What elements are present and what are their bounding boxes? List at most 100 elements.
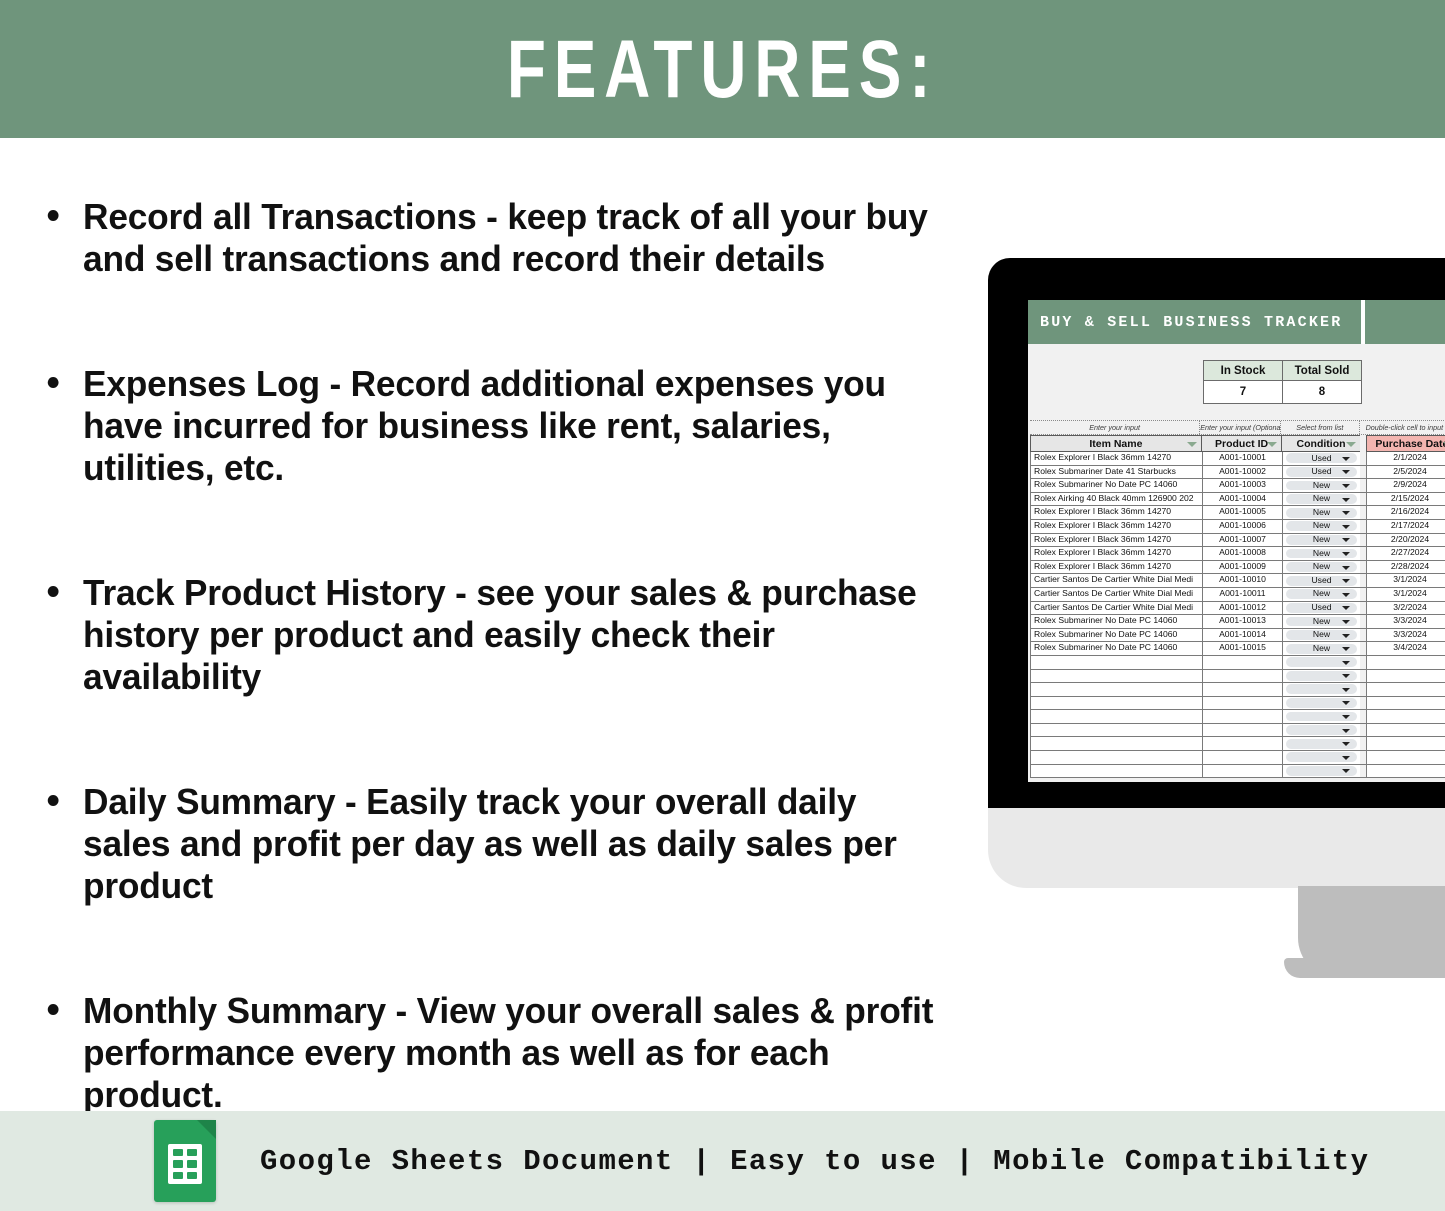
cell-product-id[interactable] (1202, 723, 1282, 738)
filter-icon[interactable] (1345, 441, 1356, 447)
cell-purchase-date[interactable]: 2/16/2024 (1366, 506, 1445, 520)
cell-purchase-date[interactable]: 3/1/2024 (1366, 587, 1445, 602)
condition-dropdown[interactable] (1286, 711, 1357, 722)
cell-purchase-date[interactable]: 2/17/2024 (1366, 519, 1445, 534)
cell-product-id[interactable] (1202, 764, 1282, 779)
table-row[interactable]: Cartier Santos De Cartier White Dial Med… (1030, 587, 1445, 602)
chevron-down-icon[interactable] (1342, 565, 1350, 570)
column-header-item-name[interactable]: Item Name (1030, 435, 1201, 452)
table-row[interactable]: Rolex Explorer I Black 36mm 14270 A001-10… (1030, 506, 1445, 520)
condition-dropdown[interactable]: New (1286, 493, 1357, 504)
cell-product-id[interactable]: A001-10007 (1202, 533, 1282, 548)
condition-dropdown[interactable]: New (1286, 616, 1357, 627)
cell-item-name[interactable] (1030, 723, 1202, 738)
cell-purchase-date[interactable]: 2/1/2024 (1366, 452, 1445, 466)
cell-condition[interactable] (1282, 669, 1360, 684)
chevron-down-icon[interactable] (1342, 687, 1350, 692)
cell-condition[interactable]: New (1282, 533, 1360, 548)
cell-purchase-date[interactable]: 2/9/2024 (1366, 479, 1445, 493)
cell-product-id[interactable]: A001-10001 (1202, 452, 1282, 466)
cell-item-name[interactable]: Rolex Explorer I Black 36mm 14270 (1030, 533, 1202, 548)
cell-purchase-date[interactable]: 2/27/2024 (1366, 547, 1445, 561)
cell-item-name[interactable] (1030, 655, 1202, 670)
cell-product-id[interactable] (1202, 751, 1282, 765)
cell-item-name[interactable] (1030, 751, 1202, 765)
chevron-down-icon[interactable] (1342, 633, 1350, 638)
chevron-down-icon[interactable] (1342, 470, 1350, 475)
cell-purchase-date[interactable]: 2/15/2024 (1366, 492, 1445, 507)
cell-product-id[interactable] (1202, 669, 1282, 684)
condition-dropdown[interactable] (1286, 738, 1357, 749)
chevron-down-icon[interactable] (1342, 647, 1350, 652)
chevron-down-icon[interactable] (1342, 660, 1350, 665)
table-row[interactable]: Rolex Explorer I Black 36mm 14270 A001-10… (1030, 519, 1445, 534)
table-row[interactable] (1030, 683, 1445, 697)
cell-item-name[interactable] (1030, 764, 1202, 779)
cell-purchase-date[interactable]: 2/5/2024 (1366, 465, 1445, 480)
condition-dropdown[interactable]: New (1286, 534, 1357, 545)
table-row[interactable] (1030, 710, 1445, 724)
column-header-purchase-date[interactable]: Purchase Date (1365, 435, 1445, 452)
cell-product-id[interactable] (1202, 737, 1282, 752)
cell-condition[interactable]: New (1282, 492, 1360, 507)
table-row[interactable]: Rolex Submariner No Date PC 14060 A001-10… (1030, 615, 1445, 629)
condition-dropdown[interactable] (1286, 670, 1357, 681)
condition-dropdown[interactable]: New (1286, 588, 1357, 600)
cell-product-id[interactable]: A001-10008 (1202, 547, 1282, 561)
cell-product-id[interactable]: A001-10009 (1202, 560, 1282, 575)
filter-icon[interactable] (1186, 441, 1197, 447)
cell-condition[interactable]: New (1282, 560, 1360, 575)
cell-product-id[interactable]: A001-10002 (1202, 465, 1282, 480)
cell-product-id[interactable] (1202, 696, 1282, 711)
cell-item-name[interactable] (1030, 683, 1202, 697)
cell-item-name[interactable]: Cartier Santos De Cartier White Dial Med… (1030, 601, 1202, 616)
cell-purchase-date[interactable]: 3/3/2024 (1366, 628, 1445, 643)
table-row[interactable] (1030, 723, 1445, 738)
chevron-down-icon[interactable] (1342, 755, 1350, 760)
chevron-down-icon[interactable] (1342, 742, 1350, 747)
condition-dropdown[interactable]: New (1286, 561, 1357, 572)
cell-purchase-date[interactable] (1366, 737, 1445, 752)
table-row[interactable]: Cartier Santos De Cartier White Dial Med… (1030, 574, 1445, 588)
cell-product-id[interactable]: A001-10013 (1202, 615, 1282, 629)
cell-item-name[interactable] (1030, 696, 1202, 711)
cell-condition[interactable]: New (1282, 587, 1360, 602)
condition-dropdown[interactable] (1286, 725, 1357, 736)
cell-purchase-date[interactable]: 3/3/2024 (1366, 615, 1445, 629)
table-row[interactable]: Rolex Explorer I Black 36mm 14270 A001-10… (1030, 560, 1445, 575)
cell-product-id[interactable]: A001-10010 (1202, 574, 1282, 588)
chevron-down-icon[interactable] (1342, 579, 1350, 584)
cell-condition[interactable]: Used (1282, 452, 1360, 466)
chevron-down-icon[interactable] (1342, 715, 1350, 720)
table-row[interactable]: Rolex Airking 40 Black 40mm 126900 202 A0… (1030, 492, 1445, 507)
condition-dropdown[interactable]: New (1286, 548, 1357, 559)
cell-item-name[interactable]: Rolex Submariner Date 41 Starbucks (1030, 465, 1202, 480)
chevron-down-icon[interactable] (1342, 619, 1350, 624)
cell-item-name[interactable]: Rolex Explorer I Black 36mm 14270 (1030, 452, 1202, 466)
condition-dropdown[interactable]: Used (1286, 602, 1357, 613)
filter-icon[interactable] (1267, 441, 1278, 447)
cell-purchase-date[interactable] (1366, 669, 1445, 684)
condition-dropdown[interactable]: New (1286, 507, 1357, 518)
cell-purchase-date[interactable] (1366, 751, 1445, 765)
chevron-down-icon[interactable] (1342, 769, 1350, 774)
column-header-condition[interactable]: Condition (1281, 435, 1360, 452)
cell-purchase-date[interactable] (1366, 764, 1445, 779)
cell-item-name[interactable]: Rolex Submariner No Date PC 14060 (1030, 615, 1202, 629)
table-row[interactable]: Rolex Explorer I Black 36mm 14270 A001-10… (1030, 533, 1445, 548)
table-row[interactable]: Rolex Submariner No Date PC 14060 A001-10… (1030, 642, 1445, 656)
table-row[interactable] (1030, 696, 1445, 711)
cell-purchase-date[interactable]: 3/1/2024 (1366, 574, 1445, 588)
cell-item-name[interactable]: Rolex Explorer I Black 36mm 14270 (1030, 560, 1202, 575)
cell-product-id[interactable] (1202, 710, 1282, 724)
table-row[interactable]: Rolex Submariner No Date PC 14060 A001-10… (1030, 479, 1445, 493)
condition-dropdown[interactable] (1286, 698, 1357, 708)
cell-purchase-date[interactable] (1366, 710, 1445, 724)
cell-purchase-date[interactable] (1366, 723, 1445, 738)
cell-item-name[interactable]: Rolex Submariner No Date PC 14060 (1030, 628, 1202, 643)
cell-condition[interactable]: Used (1282, 601, 1360, 616)
cell-condition[interactable]: New (1282, 615, 1360, 629)
chevron-down-icon[interactable] (1342, 728, 1350, 733)
cell-purchase-date[interactable]: 3/4/2024 (1366, 642, 1445, 656)
cell-item-name[interactable]: Rolex Submariner No Date PC 14060 (1030, 642, 1202, 656)
